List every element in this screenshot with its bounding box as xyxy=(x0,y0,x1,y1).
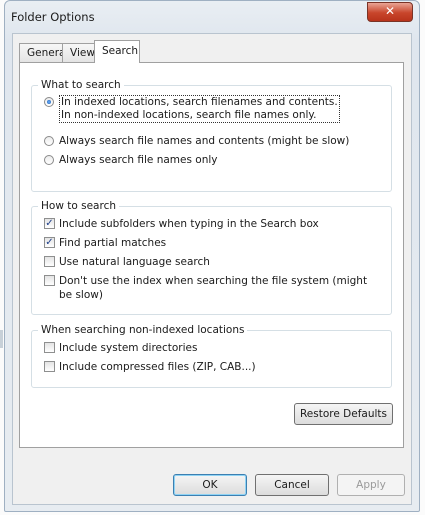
radio-button-selected[interactable] xyxy=(44,97,54,107)
ok-button[interactable]: OK xyxy=(173,474,247,496)
radio-indexed-label-line2: In non-indexed locations, search file na… xyxy=(61,109,317,121)
radio-indexed-label: In indexed locations, search filenames a… xyxy=(59,95,340,123)
close-button[interactable]: ✕ xyxy=(367,2,413,22)
window-title: Folder Options xyxy=(11,10,95,24)
tab-view[interactable]: View xyxy=(62,43,95,62)
checkbox-checked[interactable]: ✓ xyxy=(44,218,55,229)
restore-defaults-button[interactable]: Restore Defaults xyxy=(294,403,393,425)
window-edge xyxy=(0,330,3,348)
check-dont-use-index-label: Don't use the index when searching the f… xyxy=(59,274,367,302)
folder-options-dialog: Folder Options ✕ General View Search Wha… xyxy=(4,0,420,512)
check-system-directories[interactable]: Include system directories xyxy=(44,341,197,356)
checkbox[interactable] xyxy=(44,275,55,286)
check-find-partial-matches[interactable]: ✓ Find partial matches xyxy=(44,236,166,251)
tab-search[interactable]: Search xyxy=(94,40,140,63)
radio-button[interactable] xyxy=(44,136,54,146)
check-natural-language-label: Use natural language search xyxy=(59,256,210,268)
title-bar[interactable]: Folder Options ✕ xyxy=(5,1,419,31)
what-to-search-group: What to search In indexed locations, sea… xyxy=(31,79,392,192)
radio-always-names-contents-label: Always search file names and contents (m… xyxy=(59,135,350,147)
how-to-search-group: How to search ✓ Include subfolders when … xyxy=(31,200,392,315)
check-include-subfolders[interactable]: ✓ Include subfolders when typing in the … xyxy=(44,217,319,232)
checkbox-checked[interactable]: ✓ xyxy=(44,237,55,248)
apply-button[interactable]: Apply xyxy=(337,474,405,496)
cancel-button[interactable]: Cancel xyxy=(255,474,329,496)
radio-indexed-locations[interactable]: In indexed locations, search filenames a… xyxy=(44,95,340,123)
search-tab-panel: What to search In indexed locations, sea… xyxy=(19,62,404,448)
check-system-directories-label: Include system directories xyxy=(59,342,198,354)
non-indexed-group: When searching non-indexed locations Inc… xyxy=(31,324,392,388)
radio-always-names-contents[interactable]: Always search file names and contents (m… xyxy=(44,134,349,149)
radio-button[interactable] xyxy=(44,155,54,165)
tab-general[interactable]: General xyxy=(19,43,68,62)
check-include-subfolders-label: Include subfolders when typing in the Se… xyxy=(59,218,319,230)
checkbox[interactable] xyxy=(44,256,55,267)
dialog-client-area: General View Search What to search In in… xyxy=(12,33,412,505)
close-icon: ✕ xyxy=(384,4,396,18)
non-indexed-legend: When searching non-indexed locations xyxy=(38,324,248,336)
check-dont-use-index[interactable]: Don't use the index when searching the f… xyxy=(44,274,367,301)
radio-always-names-only-label: Always search file names only xyxy=(59,154,218,166)
check-natural-language[interactable]: Use natural language search xyxy=(44,255,210,270)
checkbox[interactable] xyxy=(44,342,55,353)
radio-always-names-only[interactable]: Always search file names only xyxy=(44,153,217,168)
check-compressed-files-label: Include compressed files (ZIP, CAB...) xyxy=(59,361,256,373)
check-find-partial-matches-label: Find partial matches xyxy=(59,237,167,249)
checkbox[interactable] xyxy=(44,361,55,372)
check-dont-use-index-line2: be slow) xyxy=(59,289,103,301)
check-dont-use-index-line1: Don't use the index when searching the f… xyxy=(59,275,368,287)
radio-indexed-label-line1: In indexed locations, search filenames a… xyxy=(61,96,338,108)
check-compressed-files[interactable]: Include compressed files (ZIP, CAB...) xyxy=(44,360,256,375)
how-to-search-legend: How to search xyxy=(38,200,120,212)
what-to-search-legend: What to search xyxy=(38,79,124,91)
